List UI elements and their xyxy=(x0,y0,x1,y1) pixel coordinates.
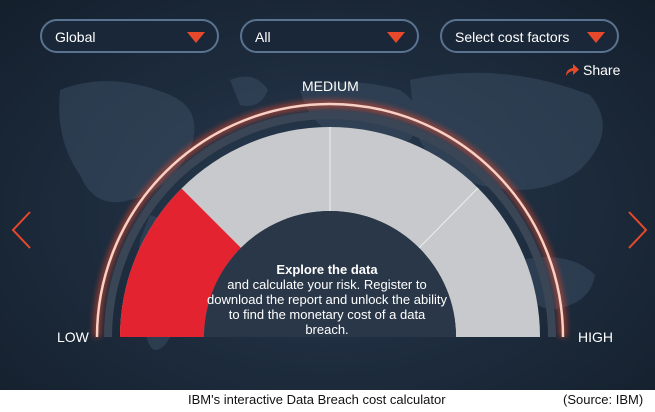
explore-message: Explore the data and calculate your risk… xyxy=(207,262,447,337)
image-caption: IBM's interactive Data Breach cost calcu… xyxy=(188,392,446,407)
gauge-label-low: LOW xyxy=(57,329,89,345)
explore-body: and calculate your risk. Register to dow… xyxy=(207,277,447,337)
image-source: (Source: IBM) xyxy=(563,392,644,407)
previous-arrow-icon[interactable] xyxy=(10,210,32,250)
calculator-panel: Global All Select cost factors Share LOW xyxy=(0,0,655,390)
explore-title: Explore the data xyxy=(276,262,378,277)
next-arrow-icon[interactable] xyxy=(627,210,649,250)
gauge-label-high: HIGH xyxy=(578,329,613,345)
gauge-label-medium: MEDIUM xyxy=(302,78,359,94)
